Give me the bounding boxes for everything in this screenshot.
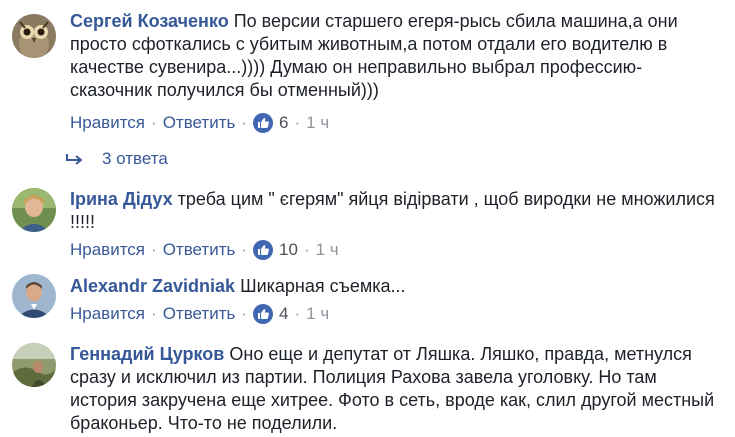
separator: · (241, 240, 248, 259)
separator: · (241, 304, 248, 323)
comment-text: Alexandr Zavidniak Шикарная съемка... (70, 275, 720, 298)
reply-button[interactable]: Ответить (163, 240, 236, 260)
separator: · (303, 240, 310, 259)
like-count[interactable]: 10 (279, 240, 298, 260)
timestamp[interactable]: 1 ч (306, 304, 329, 324)
like-icon[interactable] (253, 304, 274, 324)
view-replies-link[interactable]: 3 ответа (66, 148, 168, 170)
reply-button[interactable]: Ответить (163, 304, 236, 324)
owl-avatar-icon (12, 14, 56, 58)
comment-text: Геннадий Цурков Оно еще и депутат от Ляш… (70, 343, 720, 435)
author-link[interactable]: Alexandr Zavidniak (70, 276, 235, 296)
woman-avatar-icon (12, 188, 56, 232)
author-link[interactable]: Ірина Дідух (70, 189, 173, 209)
reply-arrow-icon (66, 154, 83, 165)
reply-button[interactable]: Ответить (163, 113, 236, 133)
avatar[interactable] (12, 188, 56, 232)
comment-text: Ірина Дідух треба цим " єгерям" яйця від… (70, 188, 720, 234)
avatar[interactable] (12, 274, 56, 318)
outdoor-avatar-icon (12, 343, 56, 387)
timestamp[interactable]: 1 ч (316, 240, 339, 260)
avatar[interactable] (12, 14, 56, 58)
like-icon[interactable] (253, 240, 274, 260)
author-link[interactable]: Геннадий Цурков (70, 344, 224, 364)
separator: · (151, 304, 157, 323)
separator: · (151, 240, 157, 259)
comment-body: Шикарная съемка... (240, 276, 406, 296)
like-button[interactable]: Нравится (70, 113, 145, 133)
like-count[interactable]: 4 (279, 304, 288, 324)
separator: · (151, 113, 157, 132)
like-icon[interactable] (253, 113, 274, 133)
replies-count[interactable]: 3 ответа (102, 149, 168, 169)
comment-actions: Нравится · Ответить · 6 · 1 ч (70, 112, 329, 134)
separator: · (294, 113, 301, 132)
man-avatar-icon (12, 274, 56, 318)
separator: · (294, 304, 301, 323)
avatar[interactable] (12, 343, 56, 387)
timestamp[interactable]: 1 ч (306, 113, 329, 133)
like-count[interactable]: 6 (279, 113, 288, 133)
author-link[interactable]: Сергей Козаченко (70, 11, 229, 31)
like-button[interactable]: Нравится (70, 240, 145, 260)
comment-actions: Нравится · Ответить · 10 · 1 ч (70, 239, 339, 261)
comment-actions: Нравится · Ответить · 4 · 1 ч (70, 303, 329, 325)
separator: · (241, 113, 248, 132)
like-button[interactable]: Нравится (70, 304, 145, 324)
comment-text: Сергей Козаченко По версии старшего егер… (70, 10, 720, 102)
